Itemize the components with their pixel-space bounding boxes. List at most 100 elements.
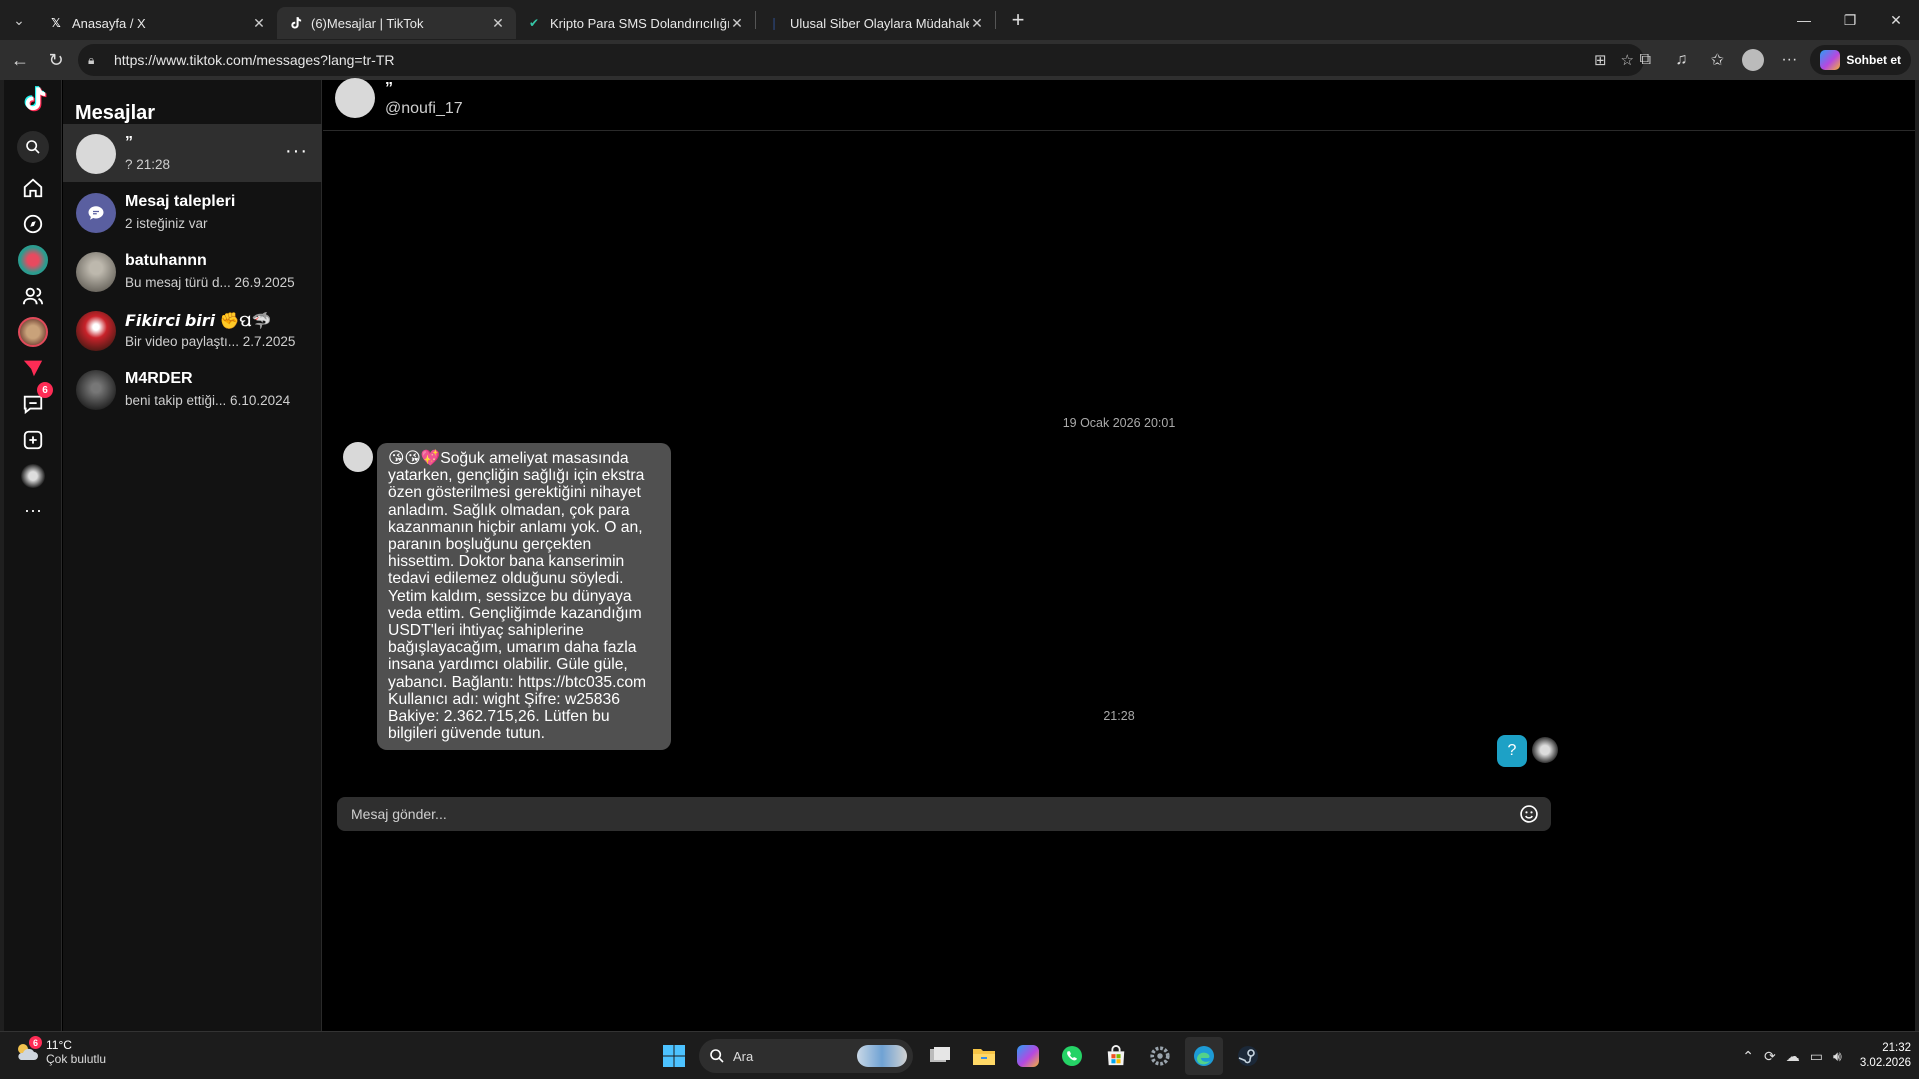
live-avatar-icon[interactable] [17,244,49,276]
steam-icon[interactable] [1229,1037,1267,1075]
network-icon[interactable]: ▭ [1810,1048,1823,1065]
back-arrow-icon[interactable]: ← [2,44,38,76]
conversation-item[interactable]: batuhannn Bu mesaj türü d... 26.9.2025 [63,242,322,300]
tab-actions-chevron-icon[interactable]: ⌄ [0,4,38,36]
reply-time-stamp: 21:28 [1103,709,1135,723]
new-tab-plus-icon[interactable]: + [1000,4,1036,36]
toolbar-right: ⧉ ♫ ✩ ··· Sohbet et [1630,40,1919,80]
show-hidden-icons-chevron-icon[interactable]: ⌃ [1742,1048,1754,1065]
tab-usom[interactable]: ❘ Ulusal Siber Olaylara Müdahale Me ✕ [756,7,995,39]
settings-gear-icon[interactable] [1141,1037,1179,1075]
tiktok-logo-icon[interactable] [17,83,49,115]
upload-plus-icon[interactable] [17,424,49,456]
weather-badge: 6 [29,1036,42,1049]
media-control-icon[interactable]: ♫ [1666,45,1696,75]
page-viewport: 6 ··· Mesajlar ” ? 21:28 ··· Mesaj talep… [4,78,1915,1031]
my-avatar [1532,737,1558,763]
close-tab-icon[interactable]: ✕ [490,15,506,32]
weather-temp: 11°C [46,1038,72,1052]
messages-badge: 6 [37,382,53,398]
emoji-icon[interactable] [1519,804,1539,824]
refresh-icon[interactable]: ↻ [38,44,74,76]
tab-divider [995,11,996,29]
taskbar-apps: Ara [655,1036,1267,1076]
conversation-name: batuhannn [125,252,207,269]
home-icon[interactable] [17,172,49,204]
clock[interactable]: 21:32 3.02.2026 [1860,1041,1911,1071]
address-bar[interactable]: 🔒︎ https://www.tiktok.com/messages?lang=… [78,44,1644,76]
conversation-name: ” [125,134,133,151]
chat-header: ” @noufi_17 [323,78,1915,131]
task-view-icon[interactable] [921,1037,959,1075]
close-tab-icon[interactable]: ✕ [729,15,745,32]
more-options-icon[interactable]: ··· [285,140,308,163]
conversation-item[interactable]: 𝙁𝙞𝙠𝙞𝙧𝙘𝙞 𝙗𝙞𝙧𝙞 ✊ପ🦈 Bir video paylaştı... 2… [63,301,322,359]
message-date-stamp: 19 Ocak 2026 20:01 [1062,416,1176,430]
weather-desc: Çok bulutlu [46,1052,107,1066]
chat-contact-name[interactable]: ” [385,80,393,98]
conversation-preview: 2 isteğiniz var [125,216,208,231]
close-tab-icon[interactable]: ✕ [251,15,267,32]
message-input[interactable]: Mesaj gönder... [337,797,1551,831]
tab-title: (6)Mesajlar | TikTok [311,15,424,31]
address-bar-actions: ⊞ ☆ [1594,44,1634,76]
taskbar-search[interactable]: Ara [699,1039,913,1073]
app-available-icon[interactable]: ⊞ [1594,51,1607,69]
volume-icon[interactable]: 🔊︎ [1833,1048,1842,1065]
favorites-icon[interactable]: ✩ [1702,45,1732,75]
onedrive-cloud-icon[interactable]: ☁ [1786,1048,1800,1065]
chat-avatar[interactable] [335,78,375,118]
clock-time: 21:32 [1882,1042,1911,1054]
more-dots-icon[interactable]: ··· [17,494,49,526]
copilot-label: Sohbet et [1846,53,1901,67]
x-logo-icon: 𝕏 [51,16,61,30]
tab-kripto[interactable]: ✔ Kripto Para SMS Dolandırıcılığı Kri ✕ [516,7,755,39]
system-tray: ⌃ ⟳ ☁ ▭ 🔊︎ 21:32 3.02.2026 [1742,1036,1911,1076]
message-request-icon [76,193,116,233]
profile-icon[interactable] [1738,45,1768,75]
search-label: Ara [733,1048,754,1064]
settings-more-icon[interactable]: ··· [1774,45,1804,75]
tab-title: Anasayfa / X [72,15,146,31]
message-input-placeholder: Mesaj gönder... [351,806,447,822]
close-tab-icon[interactable]: ✕ [969,15,985,32]
microsoft-store-icon[interactable] [1097,1037,1135,1075]
search-icon[interactable] [17,131,49,163]
profile-avatar-icon[interactable] [17,460,49,492]
sender-avatar[interactable] [343,442,373,472]
whatsapp-icon[interactable] [1053,1037,1091,1075]
sent-message-bubble: ? [1497,735,1527,767]
tab-tiktok-messages[interactable]: (6)Mesajlar | TikTok ✕ [277,7,516,39]
site-info-lock-icon[interactable]: 🔒︎ [88,53,106,68]
minimize-icon[interactable]: — [1781,0,1827,40]
tab-x[interactable]: 𝕏 Anasayfa / X ✕ [38,7,277,39]
close-window-icon[interactable]: ✕ [1873,0,1919,40]
friends-avatar-icon[interactable] [17,316,49,348]
windows-start-icon[interactable] [655,1037,693,1075]
avatar [76,134,116,174]
sync-icon[interactable]: ⟳ [1764,1048,1776,1065]
conversation-item[interactable]: ” ? 21:28 ··· [63,124,322,182]
conversation-name: 𝙁𝙞𝙠𝙞𝙧𝙘𝙞 𝙗𝙞𝙧𝙞 ✊ପ🦈 [125,313,272,330]
restore-icon[interactable]: ❐ [1827,0,1873,40]
weather-widget[interactable]: 6 11°C Çok bulutlu [14,1036,107,1066]
copilot-app-icon[interactable] [1009,1037,1047,1075]
conversation-item[interactable]: M4RDER beni takip ettiği... 6.10.2024 [63,360,322,418]
activity-send-icon[interactable] [17,352,49,384]
browser-toolbar: ← ↻ 🔒︎ https://www.tiktok.com/messages?l… [0,40,1919,80]
avatar [76,370,116,410]
avatar [76,252,116,292]
explore-compass-icon[interactable] [17,208,49,240]
extensions-puzzle-icon[interactable]: ⧉ [1630,45,1660,75]
copilot-chat-button[interactable]: Sohbet et [1810,45,1911,75]
following-users-icon[interactable] [17,280,49,312]
chat-contact-handle[interactable]: @noufi_17 [385,100,463,118]
search-icon [710,1049,724,1063]
file-explorer-icon[interactable] [965,1037,1003,1075]
edge-browser-icon[interactable] [1185,1037,1223,1075]
message-requests-item[interactable]: Mesaj talepleri 2 isteğiniz var [63,183,322,241]
messages-icon[interactable]: 6 [17,382,53,420]
received-message-bubble: 😘😘💖Soğuk ameliyat masasında yatarken, ge… [377,443,671,751]
tiktok-nav-rail: 6 ··· [4,80,62,1031]
conversation-preview: ? 21:28 [125,157,171,172]
